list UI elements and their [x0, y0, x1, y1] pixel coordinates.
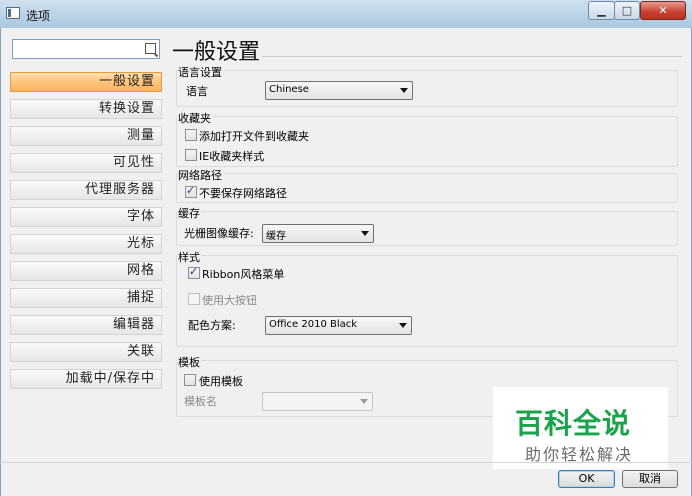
nav-item-grid[interactable]: 网格: [10, 261, 162, 281]
nav-item-load-save[interactable]: 加载中/保存中: [10, 369, 162, 389]
network-group-label: 网络路径: [178, 167, 224, 183]
nav-item-proxy[interactable]: 代理服务器: [10, 180, 162, 200]
button-bar-divider: [0, 462, 692, 463]
cancel-button[interactable]: 取消: [622, 470, 678, 488]
large-buttons-checkbox[interactable]: [188, 293, 200, 305]
title-divider: [262, 56, 682, 57]
chevron-down-icon: [400, 88, 408, 93]
maximize-button[interactable]: □: [614, 1, 640, 20]
ribbon-menu-checkbox[interactable]: [188, 265, 200, 279]
nav-item-measure[interactable]: 测量: [10, 126, 162, 146]
color-scheme-label: 配色方案:: [188, 319, 236, 332]
minimize-button[interactable]: ▁: [588, 1, 615, 20]
ie-style-label: IE收藏夹样式: [199, 150, 265, 163]
window-icon: [6, 7, 20, 19]
close-button[interactable]: ✕: [640, 1, 686, 20]
no-save-network-checkbox[interactable]: [185, 184, 197, 198]
search-icon[interactable]: [145, 43, 156, 54]
raster-cache-select[interactable]: 缓存: [262, 224, 374, 243]
large-buttons-label: 使用大按钮: [202, 294, 257, 307]
nav-item-visibility[interactable]: 可见性: [10, 153, 162, 173]
ie-style-checkbox[interactable]: [185, 149, 197, 161]
nav-item-snap[interactable]: 捕捉: [10, 288, 162, 308]
nav-item-conversion[interactable]: 转换设置: [10, 99, 162, 119]
nav-item-cursor[interactable]: 光标: [10, 234, 162, 254]
use-template-label: 使用模板: [199, 375, 243, 388]
favorites-group-label: 收藏夹: [178, 110, 213, 126]
ribbon-menu-label: Ribbon风格菜单: [202, 268, 285, 281]
style-group-label: 样式: [178, 249, 202, 265]
title-bar: 选项 ▁ □ ✕: [0, 0, 692, 28]
color-scheme-value: Office 2010 Black: [269, 319, 358, 330]
watermark-title: 百科全说: [515, 407, 632, 440]
window-title: 选项: [26, 9, 51, 23]
nav-item-editor[interactable]: 编辑器: [10, 315, 162, 335]
settings-nav: 一般设置 转换设置 测量 可见性 代理服务器 字体 光标 网格 捕捉 编辑器 关…: [10, 72, 162, 396]
page-title: 一般设置: [172, 40, 261, 65]
language-select[interactable]: Chinese: [265, 81, 413, 100]
use-template-checkbox[interactable]: [184, 374, 196, 386]
add-open-files-checkbox[interactable]: [185, 129, 197, 141]
raster-cache-label: 光栅图像缓存:: [184, 227, 254, 240]
chevron-down-icon: [399, 323, 407, 328]
nav-item-general[interactable]: 一般设置: [10, 72, 162, 92]
language-label: 语言: [186, 85, 208, 98]
template-name-label: 模板名: [184, 395, 217, 408]
language-group-label: 语言设置: [178, 64, 224, 80]
language-select-value: Chinese: [269, 84, 309, 95]
chevron-down-icon: [361, 231, 369, 236]
ok-button[interactable]: OK: [558, 470, 615, 488]
search-input[interactable]: [12, 39, 160, 59]
cache-group-label: 缓存: [178, 205, 202, 221]
raster-cache-value: 缓存: [266, 231, 286, 242]
nav-item-association[interactable]: 关联: [10, 342, 162, 362]
chevron-down-icon: [360, 399, 368, 404]
template-name-select[interactable]: [262, 392, 373, 411]
add-open-files-label: 添加打开文件到收藏夹: [199, 130, 309, 143]
template-group-label: 模板: [178, 354, 202, 370]
color-scheme-select[interactable]: Office 2010 Black: [265, 316, 412, 335]
watermark-logo: 百科全说 助你轻松解决: [493, 387, 668, 469]
language-group: [176, 70, 678, 107]
nav-item-font[interactable]: 字体: [10, 207, 162, 227]
no-save-network-label: 不要保存网络路径: [199, 187, 287, 200]
